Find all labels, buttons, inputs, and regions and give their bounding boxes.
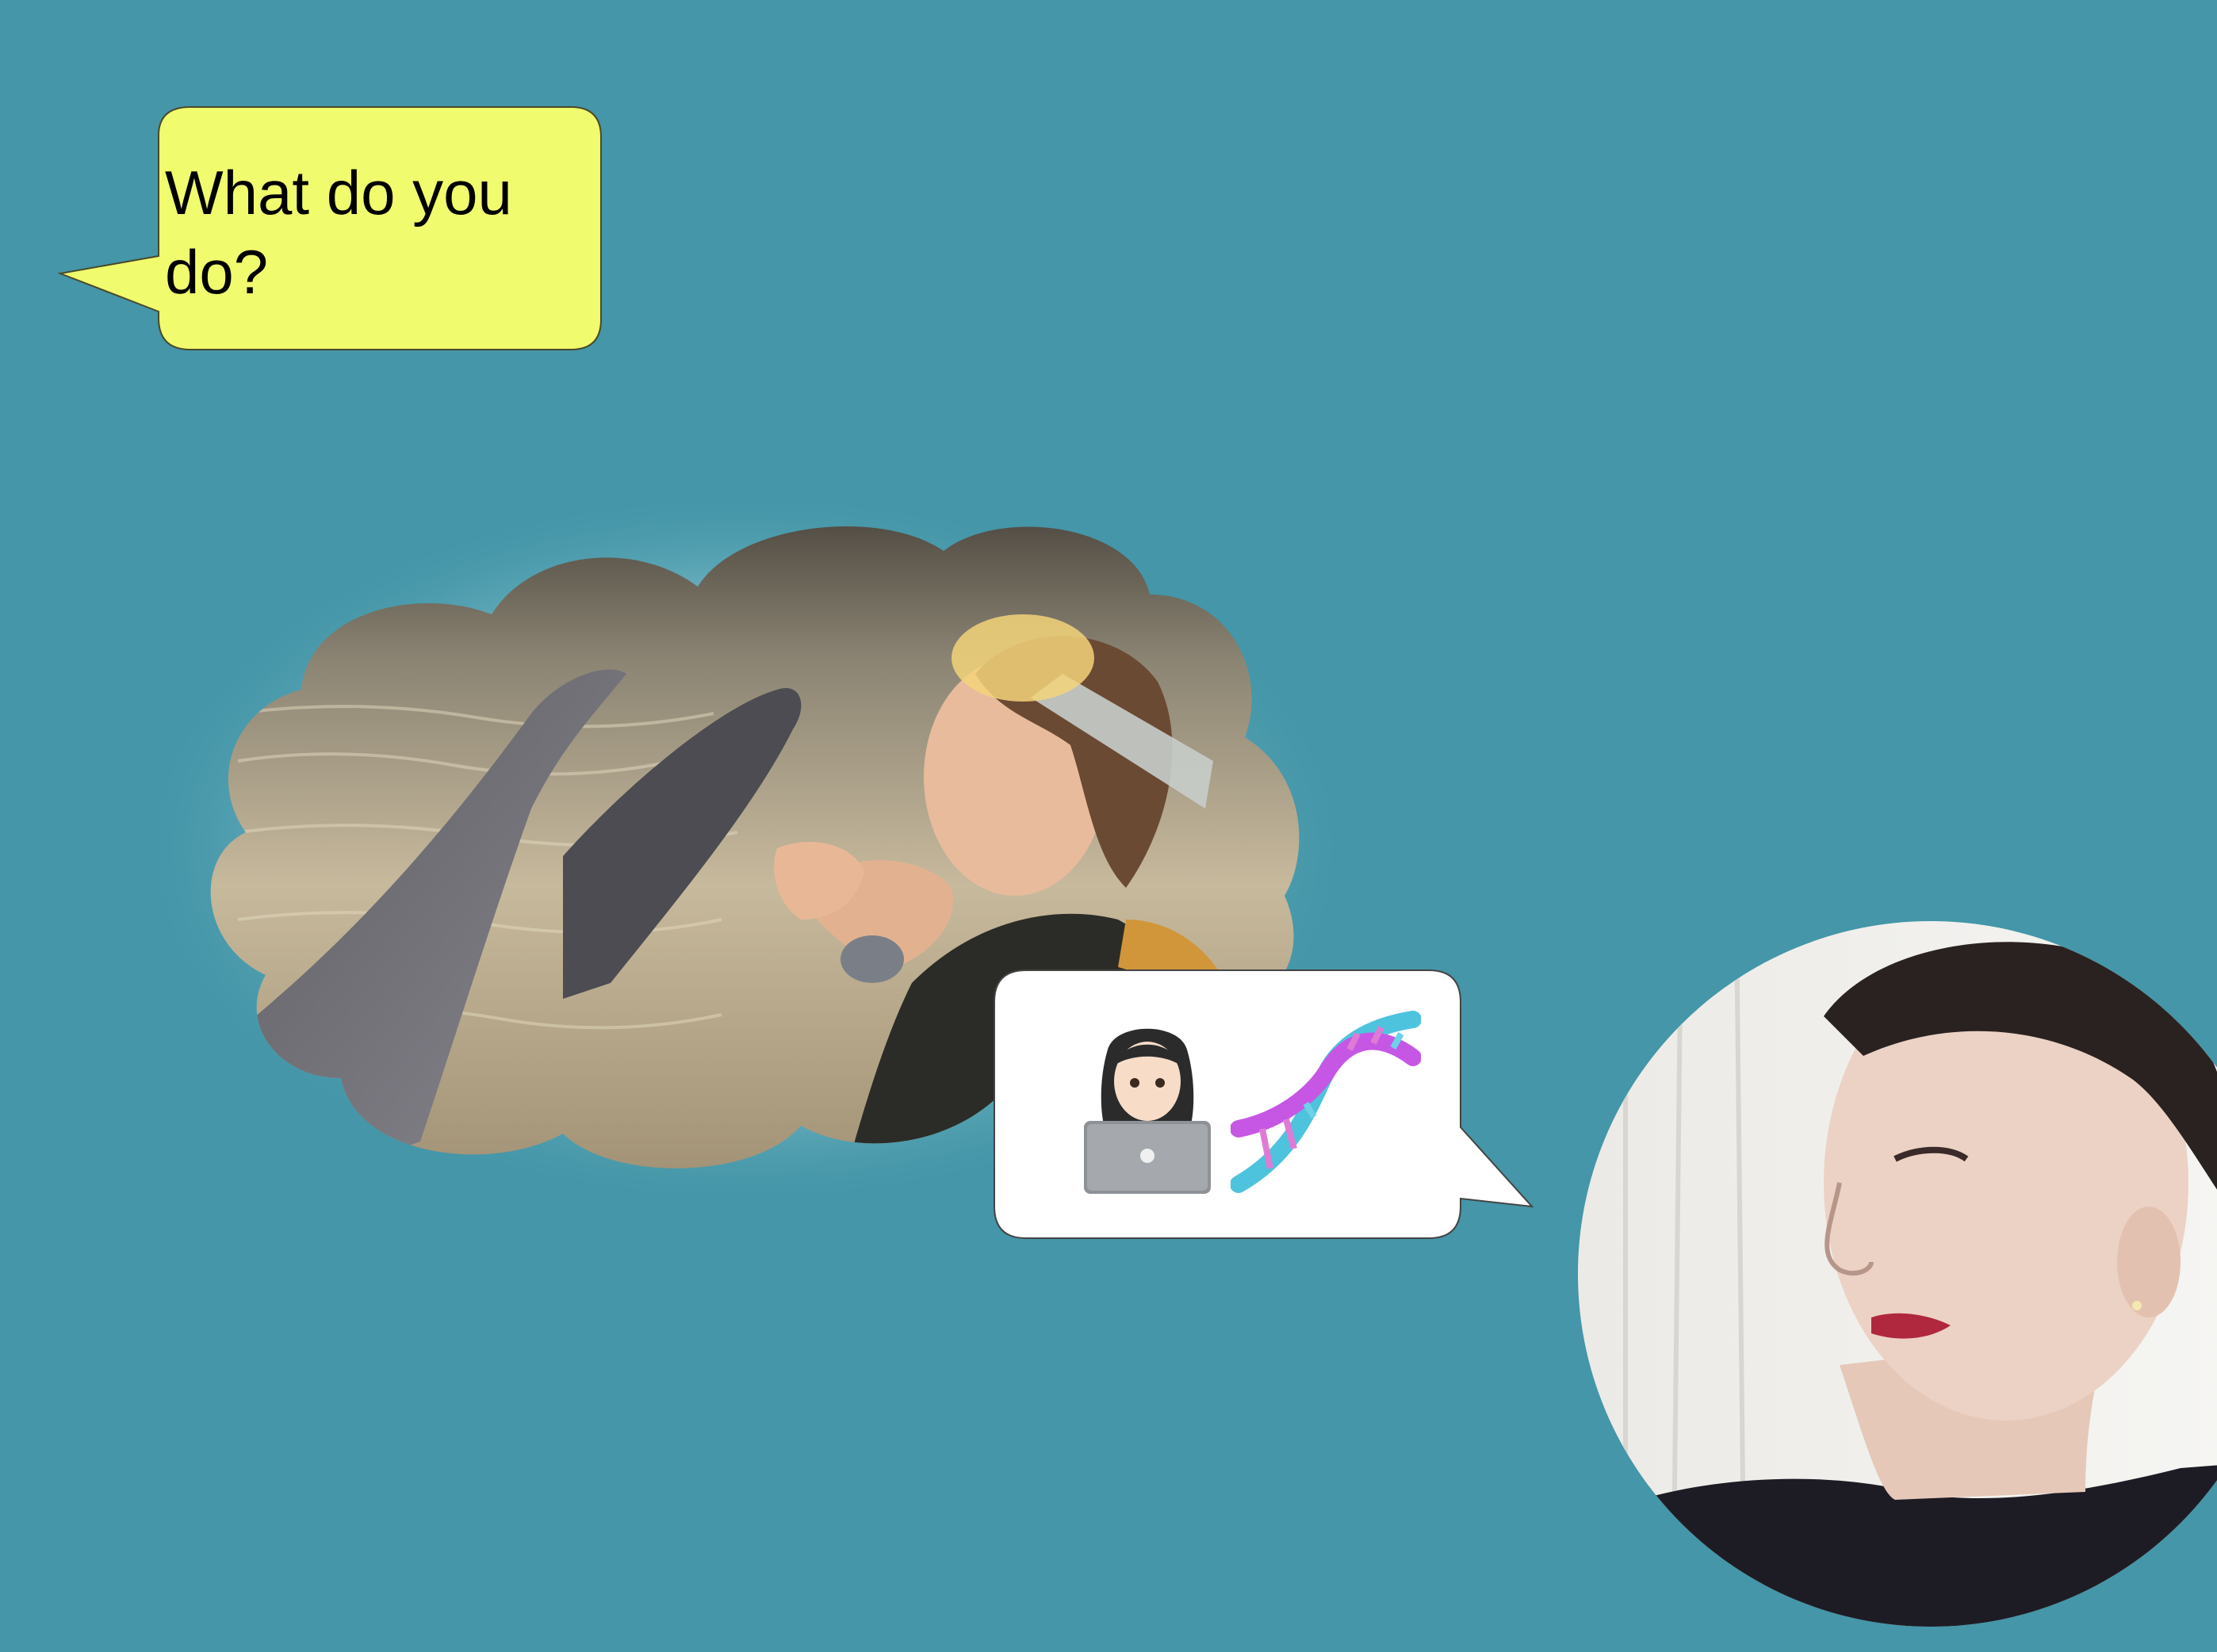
dna-icon [1231,1010,1421,1194]
question-speech-bubble: What do you do? [57,105,604,354]
portrait-photo [1578,921,2217,1627]
question-text: What do you do? [165,158,512,307]
woman-technologist-icon [1068,1018,1227,1194]
answer-speech-bubble [993,969,1540,1242]
slide: What do you do? [0,0,2217,1652]
